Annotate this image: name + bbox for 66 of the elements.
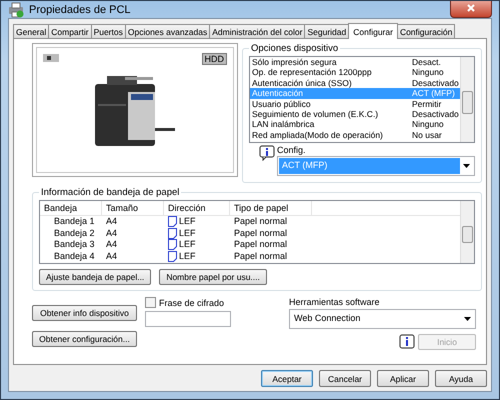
column-header[interactable]: Tamaño	[102, 201, 164, 215]
option-row[interactable]: Op. de representación 1200ppp Ninguno	[250, 67, 460, 78]
option-row[interactable]: Autenticación única (SSO) Desactivado	[250, 78, 460, 88]
table-cell-text: Bandeja 3	[53, 239, 96, 250]
table-cell-text: Bandeja 4	[53, 250, 96, 262]
group-title: Información de bandeja de papel	[40, 187, 180, 198]
table-cell-text: Papel normal	[233, 228, 288, 239]
dialog-button[interactable]: Ayuda	[435, 370, 487, 387]
tray-button[interactable]: Nombre papel por usu....	[159, 269, 267, 285]
info-icon	[259, 145, 275, 161]
tab[interactable]: Configurar	[348, 23, 398, 39]
dialog-button[interactable]: Cancelar	[319, 370, 371, 387]
dropdown-arrow-icon	[463, 164, 470, 168]
option-row[interactable]: Usuario público Permitir	[250, 98, 460, 109]
column-header[interactable]: Tipo de papel	[230, 201, 312, 215]
passphrase-label: Frase de cifrado	[159, 298, 224, 308]
table-cell-text: Bandeja 1	[53, 216, 96, 228]
table-cell: LEF	[179, 239, 196, 250]
tab[interactable]: General	[13, 24, 50, 38]
table-cell-text: A4	[105, 239, 118, 250]
info-icon	[399, 334, 415, 350]
tab[interactable]: Seguridad	[304, 24, 350, 38]
tab[interactable]: Opciones avanzadas	[124, 24, 210, 38]
table-cell-text: A4	[105, 250, 118, 262]
table-cell-text: Papel normal	[233, 239, 288, 250]
checkbox[interactable]	[145, 297, 156, 308]
dialog-button[interactable]: Aplicar	[377, 370, 429, 387]
table-cell-text: A4	[105, 228, 118, 239]
close-icon	[467, 4, 475, 12]
page-icon	[168, 239, 177, 250]
dialog-button[interactable]: Aceptar	[261, 370, 313, 387]
table-cell-text: A4	[105, 216, 118, 228]
table-cell-text: Papel normal	[233, 250, 288, 262]
table-cell: LEF	[179, 250, 196, 262]
group-title: Opciones dispositivo	[250, 43, 340, 54]
tab[interactable]: Configuración	[396, 24, 456, 38]
get-device-info-button[interactable]: Obtener info dispositivo	[32, 305, 137, 321]
table-cell-text: Bandeja 2	[53, 228, 96, 239]
option-row[interactable]: Seguimiento de volumen (E.K.C.) Desactivado	[250, 108, 460, 120]
software-tools-dropdown[interactable]: Web Connection	[289, 309, 476, 329]
table-cell-text: Papel normal	[233, 216, 288, 228]
option-row[interactable]: LAN inalámbrica Ninguno	[250, 119, 460, 130]
color-swatch-icon	[43, 54, 59, 62]
hdd-badge: HDD	[202, 53, 227, 65]
passphrase-field[interactable]	[145, 311, 231, 327]
column-header[interactable]: Bandeja	[40, 201, 102, 215]
close-button[interactable]	[450, 1, 492, 18]
option-row[interactable]: Sólo impresión segura Desact.	[250, 57, 460, 68]
tab[interactable]: Compartir	[48, 24, 92, 38]
page-icon	[168, 250, 177, 262]
tray-button[interactable]: Ajuste bandeja de papel...	[39, 269, 152, 285]
tab[interactable]: Administración del color	[209, 24, 306, 38]
get-configuration-button[interactable]: Obtener configuración...	[32, 331, 137, 347]
scrollbar[interactable]	[460, 57, 474, 142]
table-cell: LEF	[179, 216, 196, 228]
printer-icon	[8, 2, 24, 18]
page-icon	[168, 228, 177, 239]
dropdown-arrow-icon	[464, 317, 471, 321]
window-title: Propiedades de PCL	[29, 4, 131, 16]
software-tools-label: Herramientas software	[289, 297, 381, 307]
option-row[interactable]: Red ampliada(Modo de operación) No usar	[250, 130, 460, 140]
table-cell: LEF	[179, 228, 196, 239]
tab[interactable]: Puertos	[90, 24, 126, 38]
column-header[interactable]: Dirección	[164, 201, 230, 215]
scrollbar[interactable]	[460, 201, 474, 263]
config-label: Config.	[277, 145, 307, 155]
